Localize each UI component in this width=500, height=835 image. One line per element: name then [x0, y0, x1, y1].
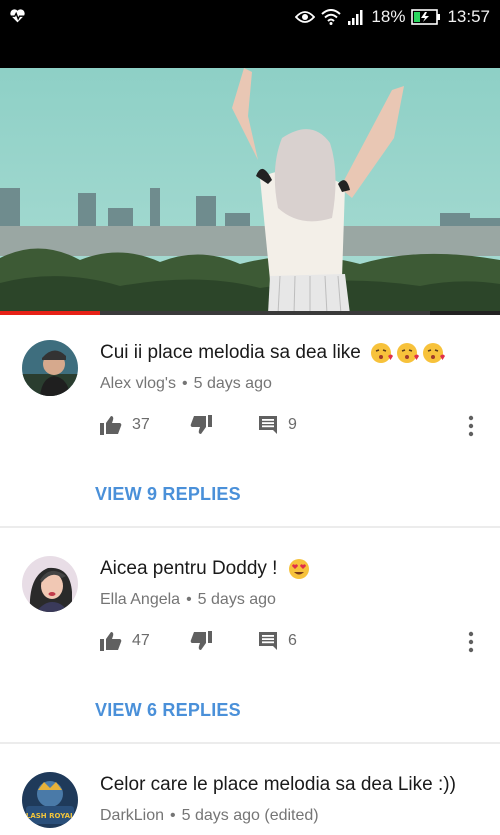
reply-count: 9 — [288, 416, 297, 433]
comment-time: 5 days ago — [197, 591, 276, 608]
meta-separator: • — [186, 591, 192, 608]
comment-icon — [259, 416, 277, 434]
kissing-heart-emoji-icon — [423, 343, 446, 363]
thumb-up-icon — [100, 632, 122, 651]
avatar-logo-text: CLASH ROYALE — [22, 812, 78, 820]
comment-meta: Ella Angela • 5 days ago — [100, 591, 276, 609]
emoji-group — [287, 558, 311, 580]
comment-text: Aicea pentru Doddy ! — [100, 558, 278, 580]
reply-count: 6 — [288, 632, 297, 649]
heart-rate-icon — [10, 9, 25, 23]
comment-text: Cui ii place melodia sa dea like — [100, 342, 361, 364]
wifi-icon — [321, 9, 342, 25]
thumb-down-icon — [190, 415, 212, 434]
battery-percent: 18% — [371, 7, 406, 26]
thumb-up-icon — [100, 416, 122, 435]
video-progress-fill — [0, 311, 100, 315]
dislike-button[interactable] — [190, 415, 212, 435]
kissing-heart-emoji-icon — [371, 343, 394, 363]
video-player[interactable] — [0, 34, 500, 312]
comment-author[interactable]: DarkLion — [100, 807, 164, 824]
reply-button[interactable]: 9 — [258, 415, 297, 435]
comment-item: Aicea pentru Doddy ! Ella Angela • 5 days … — [0, 528, 500, 742]
like-count: 37 — [132, 416, 150, 433]
comment-text: Celor care le place melodia sa dea Like … — [100, 774, 456, 795]
comment-item: Cui ii place melodia sa dea like Alex vl… — [0, 316, 500, 527]
comment-text-row: Aicea pentru Doddy ! — [100, 558, 311, 580]
more-vert-icon[interactable] — [468, 415, 474, 437]
meta-separator: • — [181, 375, 188, 392]
comment-actions: 47 6 — [100, 631, 490, 655]
comment-time: 5 days ago — [193, 375, 272, 392]
kissing-heart-emoji-icon — [397, 343, 420, 363]
heart-eyes-emoji-icon — [288, 559, 309, 579]
signal-icon — [348, 10, 363, 25]
avatar[interactable] — [22, 340, 78, 396]
avatar[interactable]: CLASH ROYALE — [22, 772, 78, 828]
battery-charging-icon — [411, 9, 441, 25]
video-frame — [0, 68, 500, 312]
like-count: 47 — [132, 632, 150, 649]
more-vert-icon[interactable] — [468, 631, 474, 653]
status-bar: 18% 13:57 — [0, 0, 500, 34]
clock: 13:57 — [447, 7, 490, 26]
comment-item: CLASH ROYALE Celor care le place melodia… — [0, 744, 500, 835]
view-replies-button[interactable]: VIEW 6 REPLIES — [95, 700, 241, 721]
like-button[interactable]: 47 — [100, 631, 150, 651]
reply-button[interactable]: 6 — [258, 631, 297, 651]
video-buffer-end — [430, 311, 500, 315]
video-progress-bar[interactable] — [0, 311, 500, 315]
thumb-down-icon — [190, 631, 212, 650]
comment-text-row: Celor care le place melodia sa dea Like … — [100, 774, 456, 796]
view-replies-button[interactable]: VIEW 9 REPLIES — [95, 484, 241, 505]
emoji-group — [370, 342, 446, 364]
comment-author[interactable]: Ella Angela — [100, 591, 180, 608]
meta-separator: • — [170, 807, 176, 824]
eye-icon — [295, 11, 316, 23]
comment-author[interactable]: Alex vlog's — [100, 375, 176, 392]
comment-time: 5 days ago (edited) — [181, 807, 319, 824]
comment-meta: Alex vlog's • 5 days ago — [100, 375, 272, 393]
avatar[interactable] — [22, 556, 78, 612]
comment-icon — [259, 632, 277, 650]
like-button[interactable]: 37 — [100, 415, 150, 435]
comment-meta: DarkLion • 5 days ago (edited) — [100, 807, 319, 825]
comment-text-row: Cui ii place melodia sa dea like — [100, 342, 446, 364]
dislike-button[interactable] — [190, 631, 212, 651]
comment-actions: 37 9 — [100, 415, 490, 439]
